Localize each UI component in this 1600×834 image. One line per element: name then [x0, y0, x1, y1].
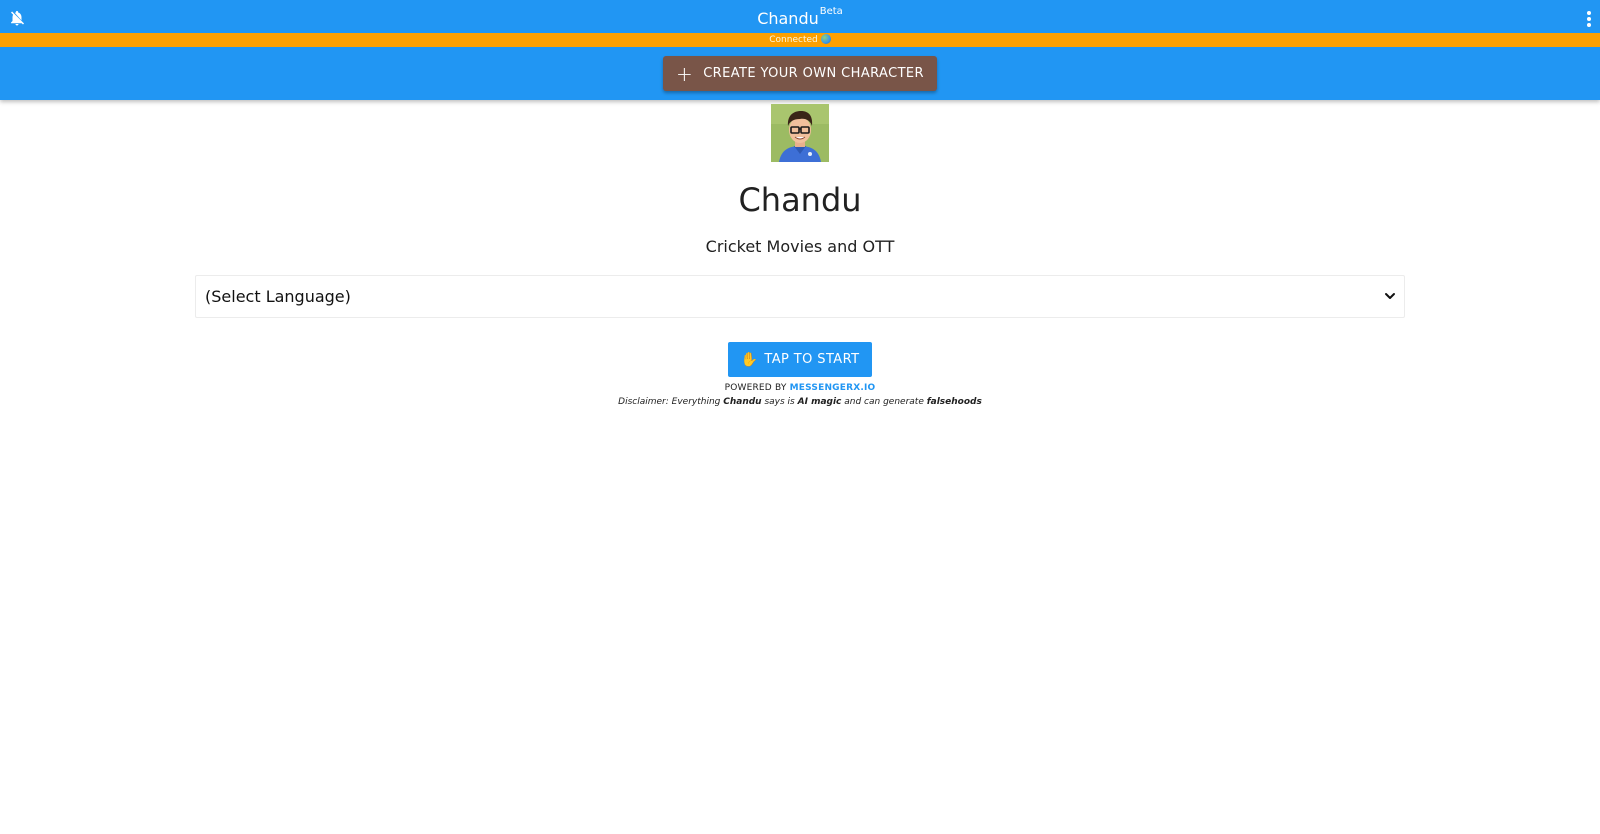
- language-select-value: (Select Language): [205, 287, 351, 306]
- beta-badge: Beta: [819, 6, 843, 17]
- messengerx-link[interactable]: MESSENGERX.IO: [790, 383, 876, 393]
- disclaimer-falsehoods: falsehoods: [926, 397, 982, 407]
- app-title: ChanduBeta: [0, 6, 1600, 30]
- character-name: Chandu: [738, 181, 862, 219]
- tap-to-start-button[interactable]: ✋ TAP TO START: [728, 342, 872, 377]
- disclaimer-character-name: Chandu: [723, 397, 762, 407]
- create-character-button[interactable]: + CREATE YOUR OWN CHARACTER: [663, 56, 937, 91]
- more-vertical-icon: [1587, 11, 1591, 15]
- disclaimer-text-2: says is: [764, 397, 795, 407]
- connection-status-text: Connected: [769, 35, 818, 45]
- plus-icon: +: [676, 61, 694, 86]
- globe-icon: [820, 34, 831, 44]
- chevron-down-icon: [1385, 293, 1395, 299]
- powered-by: POWERED BY MESSENGERX.IO: [0, 382, 1600, 394]
- app-title-text: Chandu: [757, 9, 819, 28]
- tap-to-start-label: TAP TO START: [764, 352, 860, 367]
- disclaimer-text-3: and can generate: [844, 397, 924, 407]
- character-avatar: [771, 104, 829, 162]
- disclaimer-text-1: Disclaimer: Everything: [618, 397, 721, 407]
- powered-by-prefix: POWERED BY: [724, 383, 787, 393]
- raised-hand-icon: ✋: [740, 351, 759, 368]
- title-row: ChanduBeta: [0, 0, 1600, 33]
- app-bar: ChanduBeta Connected + CREATE YOUR OWN C…: [0, 0, 1600, 100]
- disclaimer-ai-magic: AI magic: [797, 397, 842, 407]
- language-select[interactable]: (Select Language): [195, 275, 1405, 318]
- character-description: Cricket Movies and OTT: [705, 237, 895, 256]
- create-character-label: CREATE YOUR OWN CHARACTER: [703, 66, 924, 81]
- disclaimer: Disclaimer: Everything Chandu says is AI…: [0, 396, 1600, 408]
- connection-status-bar: Connected: [0, 33, 1600, 47]
- more-menu-button[interactable]: [1584, 9, 1594, 29]
